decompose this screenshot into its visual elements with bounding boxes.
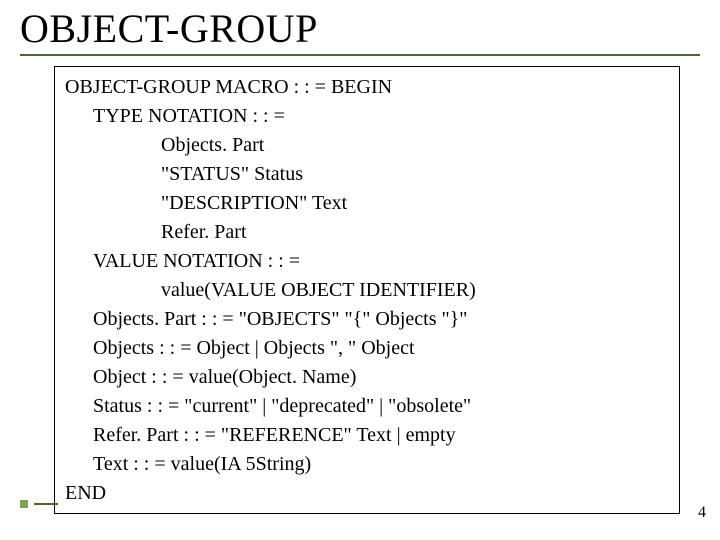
code-line: Refer. Part : : = "REFERENCE" Text | emp…: [65, 421, 669, 450]
slide-title: OBJECT-GROUP: [20, 8, 700, 50]
page-number: 4: [698, 504, 706, 522]
code-line: Objects : : = Object | Objects ", " Obje…: [65, 334, 669, 363]
code-line: Object : : = value(Object. Name): [65, 363, 669, 392]
code-line: VALUE NOTATION : : =: [65, 247, 669, 276]
title-area: OBJECT-GROUP: [20, 8, 700, 56]
code-line: Objects. Part : : = "OBJECTS" "{" Object…: [65, 305, 669, 334]
title-underline: [20, 54, 700, 56]
code-line: TYPE NOTATION : : =: [65, 102, 669, 131]
footer-rule: [34, 503, 58, 505]
code-line: "DESCRIPTION" Text: [65, 189, 669, 218]
code-line: Text : : = value(IA 5String): [65, 450, 669, 479]
code-line: "STATUS" Status: [65, 160, 669, 189]
footer-bullet-icon: [20, 500, 28, 508]
slide: OBJECT-GROUP OBJECT-GROUP MACRO : : = BE…: [0, 0, 720, 540]
code-line: value(VALUE OBJECT IDENTIFIER): [65, 276, 669, 305]
code-line: Status : : = "current" | "deprecated" | …: [65, 392, 669, 421]
code-line: Refer. Part: [65, 218, 669, 247]
code-line: Objects. Part: [65, 131, 669, 160]
content-box: OBJECT-GROUP MACRO : : = BEGIN TYPE NOTA…: [54, 66, 680, 514]
code-line: OBJECT-GROUP MACRO : : = BEGIN: [65, 73, 669, 102]
code-line: END: [65, 479, 669, 508]
